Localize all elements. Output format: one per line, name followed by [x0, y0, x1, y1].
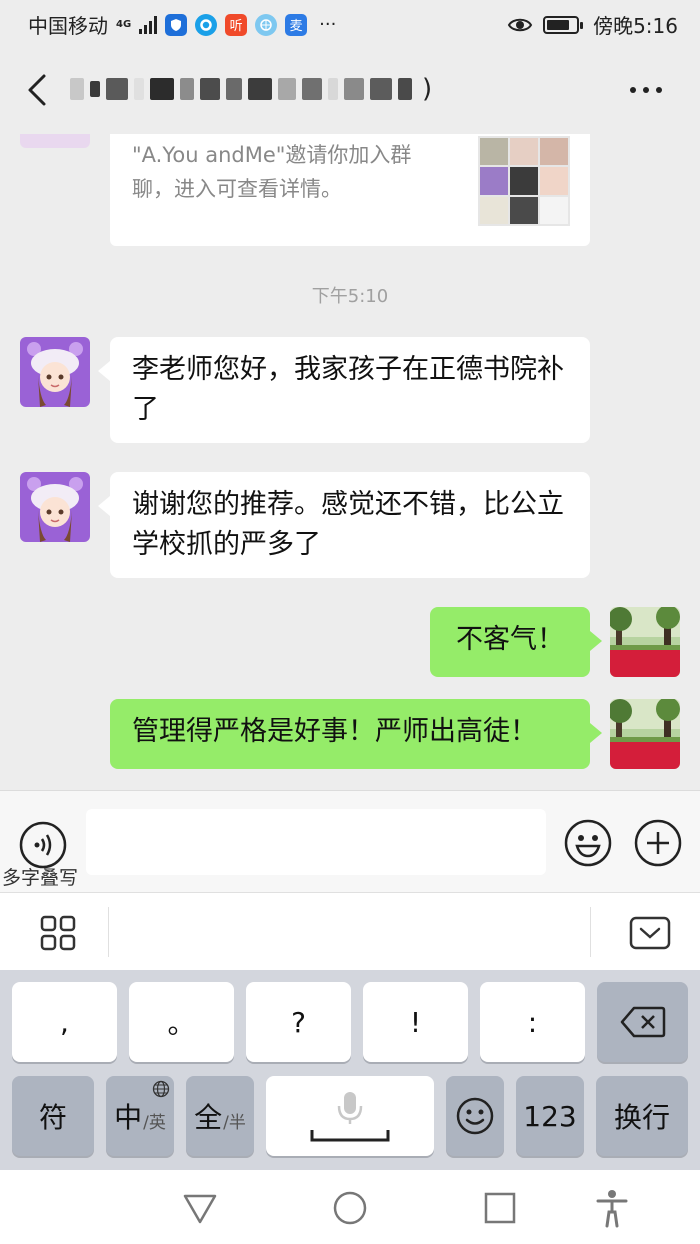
carrier-name: 中国移动 [28, 14, 108, 38]
lang-sub-label: /英 [143, 1112, 166, 1133]
key-question[interactable]: ? [246, 982, 351, 1062]
incoming-message[interactable]: 谢谢您的推荐。感觉还不错，比公立学校抓的严多了 [98, 472, 590, 578]
accessibility-icon [596, 1190, 628, 1228]
more-button[interactable] [630, 78, 670, 102]
voice-icon [19, 821, 67, 869]
globe-icon [152, 1080, 170, 1098]
key-exclamation[interactable]: ! [363, 982, 468, 1062]
symbols-key[interactable]: 符 [12, 1076, 94, 1156]
nav-recents-icon [484, 1192, 516, 1224]
space-key[interactable] [266, 1076, 434, 1156]
network-type: 4G [116, 18, 132, 30]
smiley-icon [456, 1097, 494, 1135]
back-button[interactable] [18, 68, 58, 112]
outgoing-message[interactable]: 管理得严格是好事！严师出高徒！ [110, 699, 602, 769]
nav-recents-button[interactable] [480, 1188, 520, 1228]
invite-text: "A.You andMe"邀请你加入群聊，进入可查看详情。 [132, 143, 412, 201]
group-invite-card[interactable]: "A.You andMe"邀请你加入群聊，进入可查看详情。 [110, 134, 590, 246]
more-notifications-icon: ··· [319, 14, 337, 35]
contact-avatar[interactable] [20, 337, 90, 407]
plus-icon [634, 819, 682, 867]
status-bar: 中国移动 4G 听 麦 ··· 傍晚5:16 [0, 0, 700, 48]
contact-avatar[interactable] [20, 472, 90, 542]
emoji-icon [564, 819, 612, 867]
listen-app-icon: 听 [225, 13, 248, 36]
nav-home-button[interactable] [330, 1188, 370, 1228]
toolbar-divider [108, 907, 109, 957]
incoming-message[interactable]: 李老师您好，我家孩子在正德书院补了 [98, 337, 590, 443]
globe-app-icon [255, 13, 278, 36]
backspace-icon [620, 1006, 665, 1038]
outgoing-message[interactable]: 不客气！ [430, 607, 602, 677]
backspace-key[interactable] [597, 982, 688, 1062]
plus-button[interactable] [634, 819, 682, 867]
lang-main-label: 中 [114, 1101, 143, 1134]
hide-keyboard-button[interactable] [628, 913, 672, 953]
eye-comfort-icon [507, 18, 533, 31]
keyboard: , 。 ? ! : 符 中/英 全/半 123 换行 [0, 970, 700, 1170]
signal-icon [139, 15, 158, 34]
group-avatar-grid [478, 136, 570, 226]
toolbar-divider [590, 907, 591, 957]
chat-title-suffix: ) [422, 74, 433, 104]
status-right: 傍晚5:16 [507, 10, 678, 39]
system-nav-bar [0, 1170, 700, 1244]
status-left: 中国移动 4G 听 麦 ··· [28, 10, 336, 39]
battery-icon [543, 15, 584, 34]
microphone-icon [310, 1092, 390, 1142]
width-main-label: 全 [194, 1101, 223, 1134]
nav-back-button[interactable] [180, 1188, 220, 1228]
key-period[interactable]: 。 [129, 982, 234, 1062]
key-comma[interactable]: , [12, 982, 117, 1062]
nav-back-icon [183, 1194, 217, 1224]
handwrite-mode-label[interactable]: 多字叠写 [2, 863, 78, 890]
accessibility-button[interactable] [592, 1188, 632, 1228]
emoji-button[interactable] [564, 819, 612, 867]
message-list[interactable]: "A.You andMe"邀请你加入群聊，进入可查看详情。 下午5:10 李老师… [0, 134, 700, 790]
mai-app-icon: 麦 [285, 13, 308, 36]
voice-button[interactable] [19, 821, 67, 869]
hide-keyboard-icon [629, 916, 671, 950]
emoji-key[interactable] [446, 1076, 504, 1156]
chat-title-pixelated [70, 78, 412, 100]
lang-switch-key[interactable]: 中/英 [106, 1076, 174, 1156]
clock: 傍晚5:16 [593, 14, 678, 38]
chat-header: ) [0, 48, 700, 134]
message-timestamp: 下午5:10 [311, 286, 389, 307]
shield-app-icon [165, 13, 188, 36]
ime-toolbar [0, 892, 700, 970]
width-switch-key[interactable]: 全/半 [186, 1076, 254, 1156]
avatar[interactable] [20, 134, 90, 148]
newline-key[interactable]: 换行 [596, 1076, 688, 1156]
nav-home-icon [333, 1191, 367, 1225]
message-input-bar: 多字叠写 [0, 790, 700, 892]
my-avatar[interactable] [610, 699, 680, 769]
ime-menu-button[interactable] [38, 913, 78, 953]
more-icon [630, 87, 636, 93]
back-icon [28, 74, 46, 106]
message-input[interactable] [86, 809, 546, 875]
width-sub-label: /半 [223, 1112, 246, 1133]
grid-icon [40, 915, 76, 951]
numbers-key[interactable]: 123 [516, 1076, 584, 1156]
key-colon[interactable]: : [480, 982, 585, 1062]
browser-app-icon [195, 13, 218, 36]
my-avatar[interactable] [610, 607, 680, 677]
